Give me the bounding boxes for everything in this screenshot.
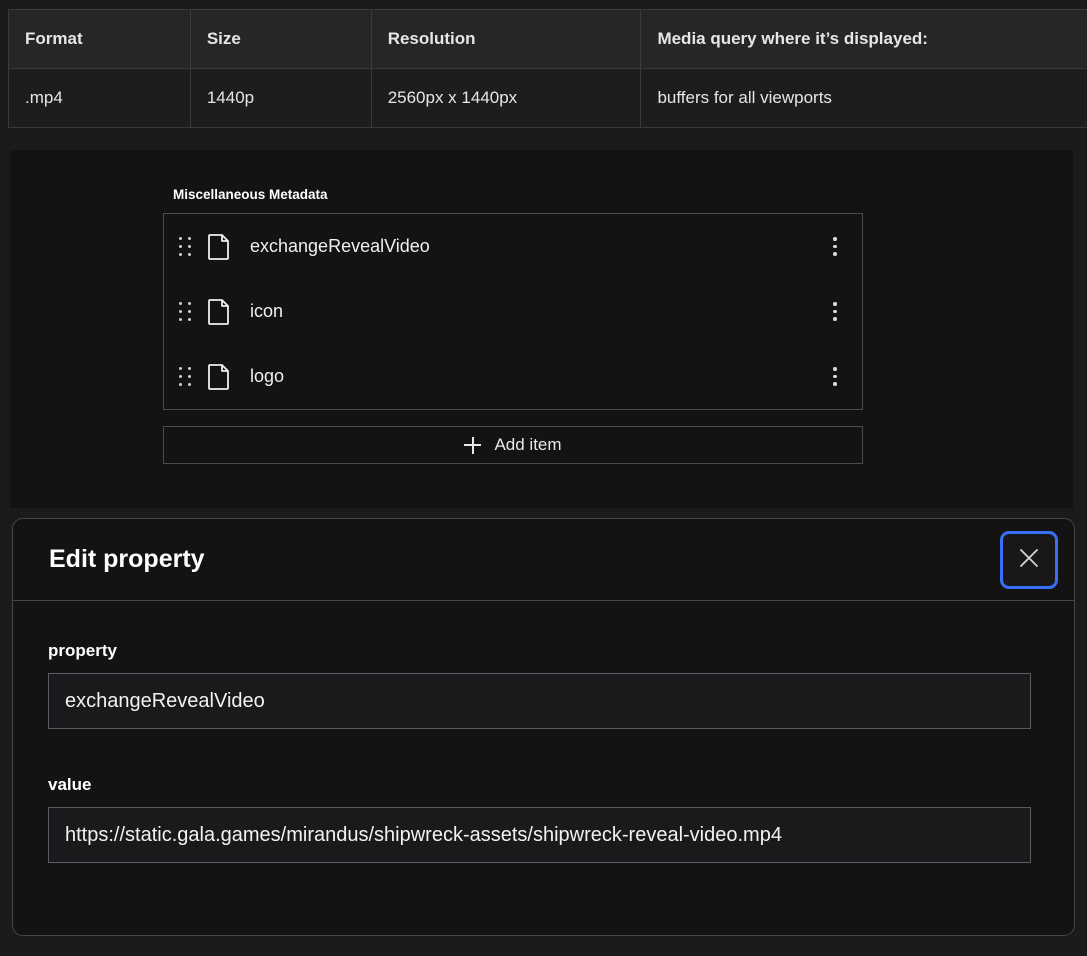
list-item-label: logo [250, 366, 285, 386]
property-field-label: property [48, 641, 117, 660]
add-item-button[interactable]: Add item [163, 426, 863, 464]
drag-handle-icon[interactable] [178, 301, 192, 323]
dialog-header: Edit property [13, 519, 1074, 601]
kebab-menu-icon[interactable] [826, 301, 844, 323]
media-specs-table: Format Size Resolution Media query where… [8, 9, 1087, 128]
column-header-media-query: Media query where it’s displayed: [641, 10, 1087, 68]
add-item-label: Add item [494, 435, 562, 454]
property-field-group: property [48, 641, 1039, 729]
list-item-label: icon [250, 301, 284, 321]
table-row: .mp4 1440p 2560px x 1440px buffers for a… [9, 68, 1087, 127]
value-field-group: value [48, 775, 1039, 863]
list-item[interactable]: logo [164, 344, 862, 409]
cell-media-query: buffers for all viewports [641, 69, 1087, 127]
list-item[interactable]: exchangeRevealVideo [164, 214, 862, 279]
metadata-item-list: exchangeRevealVideo icon logo [163, 213, 863, 410]
edit-property-dialog: Edit property property value [12, 518, 1075, 936]
value-input[interactable] [48, 807, 1031, 863]
column-header-resolution: Resolution [372, 10, 642, 68]
cell-resolution: 2560px x 1440px [372, 69, 642, 127]
value-field-label: value [48, 775, 92, 794]
list-item-label: exchangeRevealVideo [250, 236, 430, 256]
file-document-icon [208, 233, 230, 260]
list-item[interactable]: icon [164, 279, 862, 344]
cell-format: .mp4 [9, 69, 191, 127]
plus-icon [464, 436, 482, 454]
cell-size: 1440p [191, 69, 372, 127]
kebab-menu-icon[interactable] [826, 366, 844, 388]
dialog-title: Edit property [49, 545, 205, 573]
drag-handle-icon[interactable] [178, 236, 192, 258]
table-header-row: Format Size Resolution Media query where… [9, 10, 1087, 68]
close-button[interactable] [1000, 530, 1058, 589]
column-header-size: Size [191, 10, 372, 68]
file-document-icon [208, 363, 230, 390]
section-title: Miscellaneous Metadata [173, 187, 328, 202]
file-document-icon [208, 298, 230, 325]
kebab-menu-icon[interactable] [826, 236, 844, 258]
dialog-body: property value [13, 601, 1074, 863]
column-header-format: Format [9, 10, 191, 68]
close-x-icon [1017, 546, 1041, 573]
miscellaneous-metadata-panel: Miscellaneous Metadata exchangeRevealVid… [10, 150, 1073, 508]
property-input[interactable] [48, 673, 1031, 729]
drag-handle-icon[interactable] [178, 366, 192, 388]
